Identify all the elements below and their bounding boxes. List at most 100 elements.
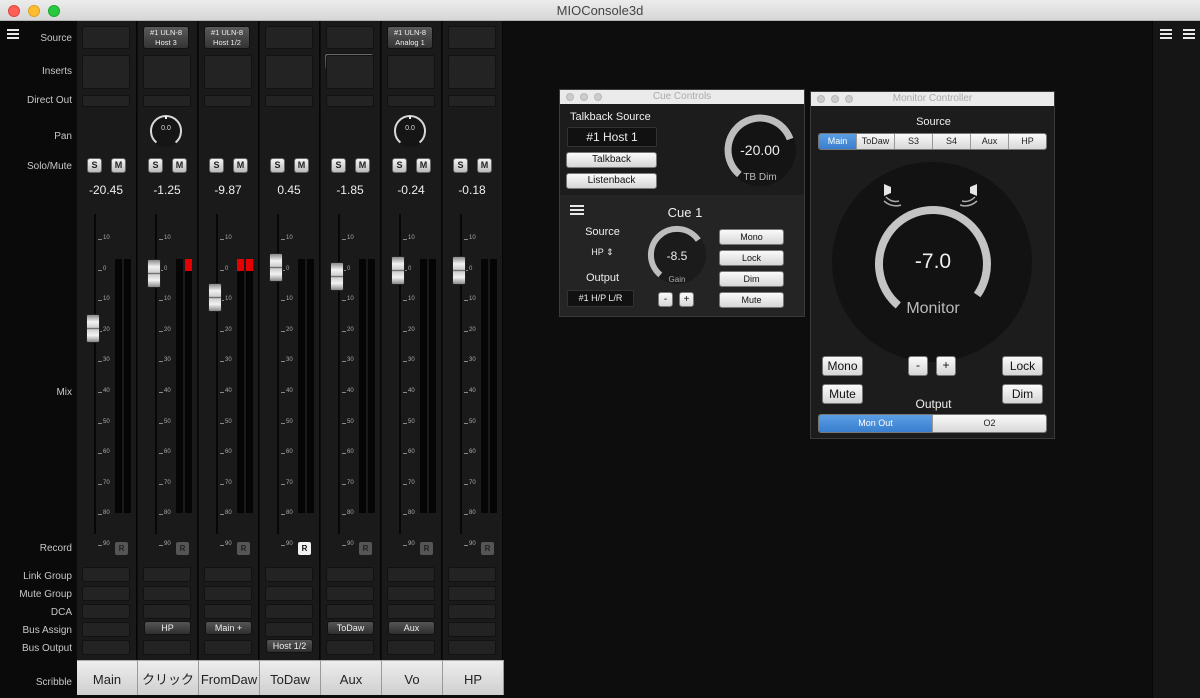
direct-out-slot[interactable]	[82, 95, 130, 107]
link-group-slot[interactable]	[387, 567, 435, 582]
menu-icon[interactable]	[1183, 29, 1195, 39]
monitor-mono-button[interactable]: Mono	[822, 356, 863, 376]
solo-button[interactable]: S	[148, 158, 163, 173]
solo-button[interactable]: S	[392, 158, 407, 173]
bus-output-slot[interactable]	[143, 640, 191, 655]
record-button[interactable]: R	[115, 542, 128, 555]
mute-button[interactable]: M	[294, 158, 309, 173]
scribble-strip[interactable]: HP	[443, 660, 504, 695]
monitor-plus-button[interactable]: +	[936, 356, 956, 376]
cue-mute-button[interactable]: Mute	[719, 292, 784, 308]
scribble-strip[interactable]: Aux	[321, 660, 382, 695]
mute-group-slot[interactable]	[265, 586, 313, 601]
source-select-button[interactable]: #1 ULN-8 Host 3	[143, 26, 189, 49]
cue-mono-button[interactable]: Mono	[719, 229, 784, 245]
menu-icon[interactable]	[1160, 29, 1172, 39]
talkback-source-display[interactable]: #1 Host 1	[567, 127, 657, 147]
close-icon[interactable]	[817, 95, 825, 103]
bus-assign-button[interactable]: HP	[144, 621, 191, 635]
record-button[interactable]: R	[176, 542, 189, 555]
mute-group-slot[interactable]	[448, 586, 496, 601]
mute-button[interactable]: M	[355, 158, 370, 173]
fader-thumb[interactable]	[208, 283, 222, 313]
solo-button[interactable]: S	[209, 158, 224, 173]
scribble-strip[interactable]: Main	[77, 660, 138, 695]
link-group-slot[interactable]	[143, 567, 191, 582]
insert-slot[interactable]	[326, 55, 374, 89]
bus-output-slot[interactable]	[448, 640, 496, 655]
fader-thumb[interactable]	[330, 261, 344, 291]
insert-slot[interactable]	[143, 55, 191, 89]
record-button[interactable]: R	[420, 542, 433, 555]
dca-slot[interactable]	[387, 604, 435, 619]
record-button[interactable]: R	[237, 542, 250, 555]
bus-output-slot[interactable]	[204, 640, 252, 655]
direct-out-slot[interactable]	[265, 95, 313, 107]
zoom-icon[interactable]	[845, 95, 853, 103]
minimize-icon[interactable]	[580, 93, 588, 101]
source-slot[interactable]	[265, 26, 313, 49]
bus-assign-slot[interactable]	[265, 622, 313, 637]
monitor-lock-button[interactable]: Lock	[1002, 356, 1043, 376]
link-group-slot[interactable]	[448, 567, 496, 582]
link-group-slot[interactable]	[326, 567, 374, 582]
fader-thumb[interactable]	[147, 258, 161, 288]
mute-button[interactable]: M	[172, 158, 187, 173]
direct-out-slot[interactable]	[326, 95, 374, 107]
monitor-output-option[interactable]: O2	[933, 415, 1046, 432]
bus-output-slot[interactable]	[326, 640, 374, 655]
cue-output-select[interactable]: #1 H/P L/R	[567, 290, 634, 307]
direct-out-slot[interactable]	[387, 95, 435, 107]
mute-button[interactable]: M	[111, 158, 126, 173]
minimize-icon[interactable]	[831, 95, 839, 103]
zoom-icon[interactable]	[594, 93, 602, 101]
bus-assign-slot[interactable]	[82, 622, 130, 637]
bus-output-slot[interactable]	[387, 640, 435, 655]
source-slot[interactable]	[82, 26, 130, 49]
close-icon[interactable]	[566, 93, 574, 101]
bus-output-button[interactable]: Host 1/2	[266, 639, 313, 653]
record-button[interactable]: R	[359, 542, 372, 555]
cue-lock-button[interactable]: Lock	[719, 250, 784, 266]
cue-source-select[interactable]: HP ⇕	[575, 247, 630, 258]
monitor-dim-button[interactable]: Dim	[1002, 384, 1043, 404]
direct-out-slot[interactable]	[448, 95, 496, 107]
mute-group-slot[interactable]	[387, 586, 435, 601]
bus-output-slot[interactable]	[82, 640, 130, 655]
solo-button[interactable]: S	[453, 158, 468, 173]
direct-out-slot[interactable]	[204, 95, 252, 107]
cue-gain-plus-button[interactable]: +	[679, 292, 694, 307]
monitor-source-option[interactable]: ToDaw	[857, 134, 895, 149]
solo-button[interactable]: S	[331, 158, 346, 173]
direct-out-slot[interactable]	[143, 95, 191, 107]
bus-assign-button[interactable]: ToDaw	[327, 621, 374, 635]
monitor-source-option[interactable]: Main	[819, 134, 857, 149]
bus-assign-button[interactable]: Aux	[388, 621, 435, 635]
fader-thumb[interactable]	[452, 255, 466, 285]
fader-thumb[interactable]	[391, 255, 405, 285]
mute-button[interactable]: M	[416, 158, 431, 173]
dca-slot[interactable]	[143, 604, 191, 619]
fader-thumb[interactable]	[86, 313, 100, 343]
bus-assign-button[interactable]: Main +	[205, 621, 252, 635]
scribble-strip[interactable]: ToDaw	[260, 660, 321, 695]
insert-slot[interactable]	[387, 55, 435, 89]
dca-slot[interactable]	[326, 604, 374, 619]
insert-slot[interactable]	[204, 55, 252, 89]
mute-button[interactable]: M	[233, 158, 248, 173]
cue-menu-icon[interactable]	[570, 205, 584, 215]
record-button[interactable]: R	[298, 542, 311, 555]
link-group-slot[interactable]	[82, 567, 130, 582]
scribble-strip[interactable]: クリック	[138, 660, 199, 695]
monitor-mute-button[interactable]: Mute	[822, 384, 863, 404]
source-slot[interactable]	[448, 26, 496, 49]
source-slot[interactable]	[326, 26, 374, 49]
bus-assign-slot[interactable]	[448, 622, 496, 637]
console-menu-icon[interactable]	[7, 29, 19, 39]
dca-slot[interactable]	[448, 604, 496, 619]
monitor-source-option[interactable]: Aux	[971, 134, 1009, 149]
monitor-output-option[interactable]: Mon Out	[819, 415, 933, 432]
source-select-button[interactable]: #1 ULN-8 Host 1/2	[204, 26, 250, 49]
dca-slot[interactable]	[82, 604, 130, 619]
mute-group-slot[interactable]	[326, 586, 374, 601]
